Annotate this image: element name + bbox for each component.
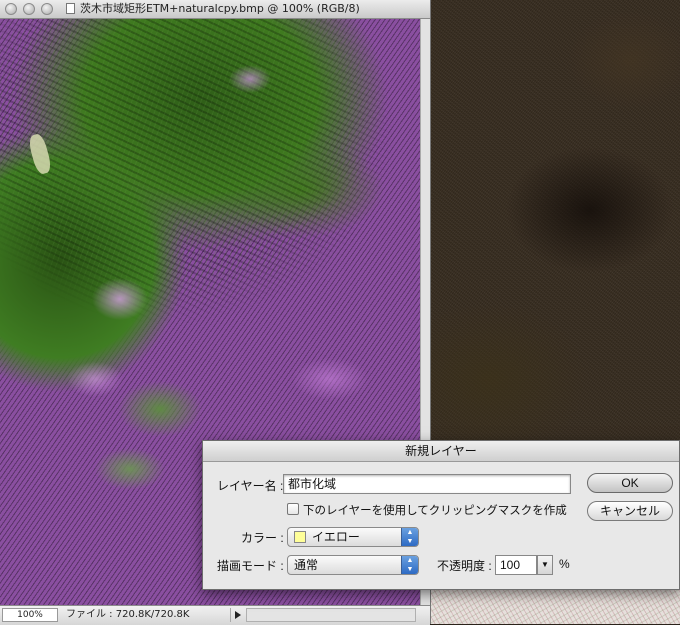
file-size-info: ファイル : 720.8K/720.8K [66,609,190,620]
cancel-button[interactable]: キャンセル [587,501,673,521]
status-menu-arrow-icon[interactable] [230,608,244,622]
opacity-unit: % [559,557,570,571]
window-title: 茨木市域矩形ETM+naturalcpy.bmp @ 100% (RGB/8) [80,2,360,15]
opacity-label: 不透明度 : [437,559,492,573]
layer-name-input[interactable]: 都市化域 [283,474,571,494]
zoom-level-field[interactable]: 100% [2,608,58,622]
color-select-value: イエロー [312,530,360,544]
color-swatch [294,531,306,543]
blend-mode-select[interactable]: 通常 ▲ ▼ [287,555,419,575]
color-label: カラー : [241,531,284,545]
new-layer-dialog: 新規レイヤー レイヤー名 : 都市化域 下のレイヤーを使用してクリッピングマスク… [202,440,680,590]
background-image-bottom [430,590,680,624]
ok-button[interactable]: OK [587,473,673,493]
opacity-input[interactable]: 100 [495,555,537,575]
updown-arrows-icon: ▲ ▼ [401,556,418,574]
blend-mode-label: 描画モード : [217,559,284,573]
dialog-title: 新規レイヤー [203,441,679,462]
clipping-mask-checkbox[interactable] [287,503,299,515]
clipping-mask-label: 下のレイヤーを使用してクリッピングマスクを作成 [303,505,567,517]
horizontal-scrollbar[interactable] [246,608,416,622]
close-circle-icon[interactable] [5,3,17,15]
color-select[interactable]: イエロー ▲ ▼ [287,527,419,547]
layer-name-label: レイヤー名 : [217,479,284,493]
document-icon [66,3,75,14]
updown-arrows-icon: ▲ ▼ [401,528,418,546]
blend-mode-value: 通常 [294,558,319,572]
minimize-circle-icon[interactable] [23,3,35,15]
zoom-circle-icon[interactable] [41,3,53,15]
down-triangle-icon[interactable]: ▼ [537,555,553,575]
status-bar: 100% ファイル : 720.8K/720.8K [0,605,430,625]
window-titlebar[interactable]: 茨木市域矩形ETM+naturalcpy.bmp @ 100% (RGB/8) [0,0,430,19]
